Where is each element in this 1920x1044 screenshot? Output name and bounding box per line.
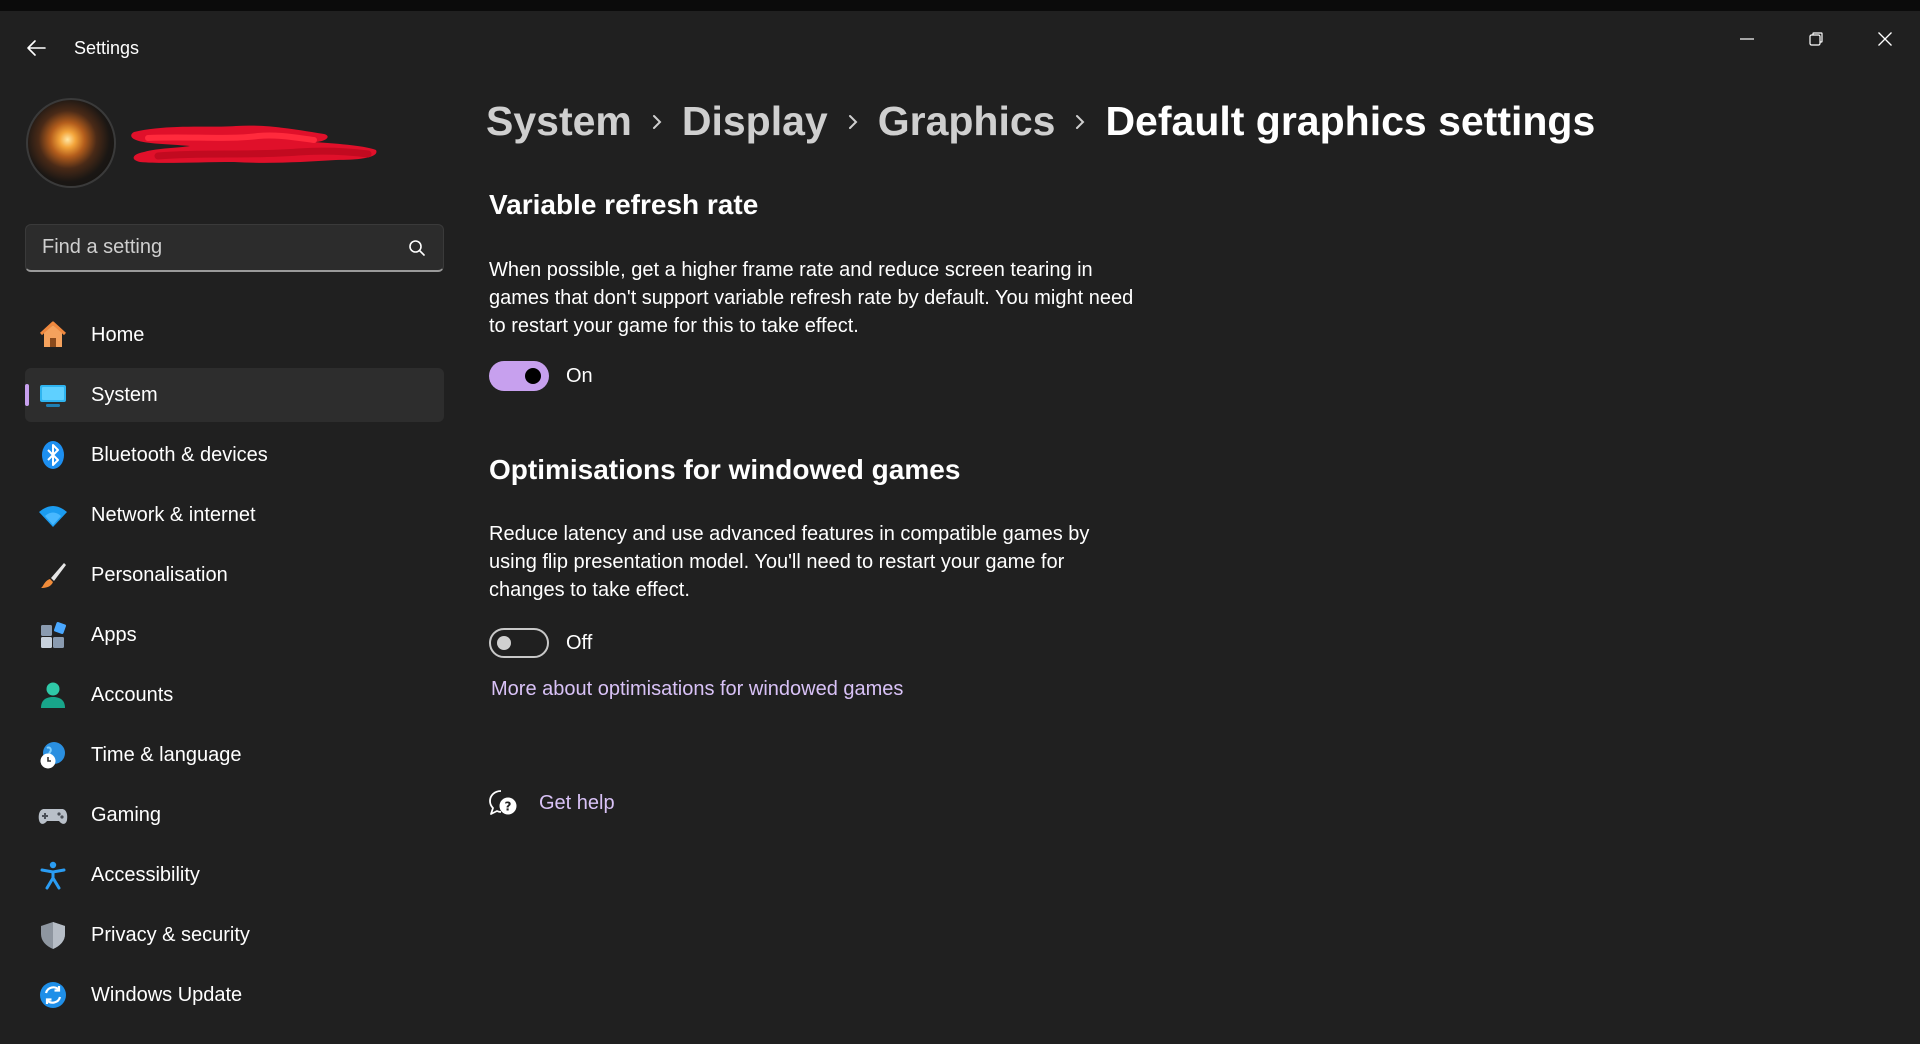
top-edge xyxy=(0,0,1920,11)
sidebar-item-personalisation[interactable]: Personalisation xyxy=(25,548,444,602)
redacted-username xyxy=(131,125,377,163)
wifi-icon xyxy=(39,506,67,527)
minimize-button[interactable] xyxy=(1717,21,1777,57)
chevron-right-icon xyxy=(632,107,682,137)
system-display-icon xyxy=(40,385,66,407)
help-chat-icon[interactable]: ? xyxy=(488,788,518,818)
app-title: Settings xyxy=(74,38,140,58)
search-box xyxy=(25,224,444,272)
sidebar-item-accounts[interactable]: Accounts xyxy=(25,668,444,722)
sidebar-item-label: Time & language xyxy=(91,743,242,766)
sidebar-item-privacy-security[interactable]: Privacy & security xyxy=(25,908,444,962)
chevron-right-icon xyxy=(1055,107,1105,137)
bluetooth-icon xyxy=(42,441,64,469)
vrr-toggle-state: On xyxy=(566,365,593,387)
windowed-games-toggle-state: Off xyxy=(566,632,593,654)
sidebar-item-label: Windows Update xyxy=(91,983,243,1006)
paintbrush-icon xyxy=(41,563,66,588)
back-button[interactable] xyxy=(18,33,54,63)
avatar[interactable] xyxy=(26,98,116,188)
gamepad-icon xyxy=(38,809,68,824)
sync-icon xyxy=(40,982,66,1008)
sidebar-item-bluetooth[interactable]: Bluetooth & devices xyxy=(25,428,444,482)
sidebar-item-label: Accounts xyxy=(91,683,174,706)
breadcrumb: System Display Graphics Default graphics… xyxy=(486,98,1595,145)
sidebar-item-label: Gaming xyxy=(91,803,162,826)
sidebar-item-accessibility[interactable]: Accessibility xyxy=(25,848,444,902)
minimize-icon xyxy=(1740,38,1754,40)
globe-clock-icon xyxy=(40,742,65,769)
windowed-games-toggle[interactable] xyxy=(489,628,549,658)
person-icon xyxy=(41,682,65,708)
sidebar-item-label: Apps xyxy=(91,623,137,646)
home-icon xyxy=(39,321,67,347)
sidebar-item-label: Network & internet xyxy=(91,503,256,526)
page-title: Default graphics settings xyxy=(1105,98,1596,144)
svg-text:?: ? xyxy=(505,800,512,814)
windowed-games-info-link[interactable]: More about optimisations for windowed ga… xyxy=(491,678,903,701)
sidebar-item-network[interactable]: Network & internet xyxy=(25,488,444,542)
sidebar-item-label: Bluetooth & devices xyxy=(91,443,268,466)
sidebar-nav: Home System Bluetooth & devices Network … xyxy=(25,308,444,1028)
sidebar-item-windows-update[interactable]: Windows Update xyxy=(25,968,444,1022)
shield-icon xyxy=(41,922,65,949)
toggle-knob xyxy=(525,368,541,384)
toggle-knob xyxy=(497,636,511,650)
windowed-games-heading: Optimisations for windowed games xyxy=(489,454,961,485)
sidebar-item-label: Privacy & security xyxy=(91,923,250,946)
sidebar-item-label: Personalisation xyxy=(91,563,228,586)
sidebar-item-label: System xyxy=(91,383,158,406)
search-input[interactable] xyxy=(26,225,396,270)
get-help-link[interactable]: Get help xyxy=(539,792,615,815)
close-icon xyxy=(1878,32,1892,46)
sidebar-item-label: Accessibility xyxy=(91,863,200,886)
sidebar-item-apps[interactable]: Apps xyxy=(25,608,444,662)
breadcrumb-graphics[interactable]: Graphics xyxy=(878,98,1056,145)
sidebar-item-system[interactable]: System xyxy=(25,368,444,422)
sidebar-item-time-language[interactable]: Time & language xyxy=(25,728,444,782)
restore-button[interactable] xyxy=(1786,21,1846,57)
vrr-heading: Variable refresh rate xyxy=(489,189,759,220)
title-bar: Settings xyxy=(0,11,1920,83)
sidebar-item-home[interactable]: Home xyxy=(25,308,444,362)
search-icon[interactable] xyxy=(407,238,427,258)
sidebar-item-gaming[interactable]: Gaming xyxy=(25,788,444,842)
breadcrumb-system[interactable]: System xyxy=(486,98,632,145)
restore-icon xyxy=(1809,32,1823,46)
close-button[interactable] xyxy=(1855,21,1915,57)
vrr-toggle[interactable] xyxy=(489,361,549,391)
vrr-description: When possible, get a higher frame rate a… xyxy=(489,259,1134,337)
back-arrow-icon xyxy=(27,40,46,56)
accessibility-icon xyxy=(40,861,66,890)
settings-window: Settings Find a setting Home System Blue… xyxy=(0,0,1920,1044)
breadcrumb-display[interactable]: Display xyxy=(682,98,828,145)
windowed-games-description: Reduce latency and use advanced features… xyxy=(489,523,1090,601)
apps-icon xyxy=(41,622,66,648)
sidebar-item-label: Home xyxy=(91,323,145,346)
chevron-right-icon xyxy=(828,107,878,137)
